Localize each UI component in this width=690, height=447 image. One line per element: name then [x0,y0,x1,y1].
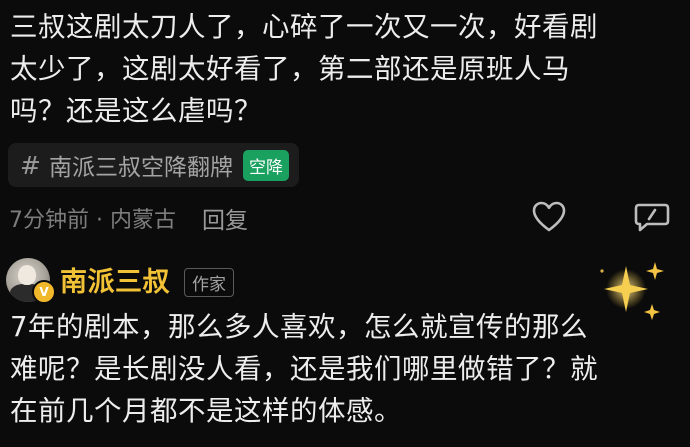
heart-icon[interactable] [530,199,568,235]
time-location: 7分钟前 · 内蒙古 [9,208,176,233]
dislike-icon[interactable] [632,199,672,237]
topic-badge: 空降 [242,149,289,181]
topic-text: 南派三叔空降翻牌 [48,155,233,181]
comment-line: 吗？还是这么虐吗？ [10,95,262,127]
reply-text: 7年的剧本，那么多人喜欢，怎么就宣传的那么 难呢？是长剧没人看，还是我们哪里做错… [10,306,680,432]
author-reply: V 南派三叔 作家 7年的剧本，那么多人喜欢，怎么就宣传的那么 难呢？是长剧没人… [0,248,690,447]
author-name[interactable]: 南派三叔 [60,260,170,299]
comment-text: 三叔这剧太刀人了，心碎了一次又一次，好看剧 太少了，这剧太好看了，第二部还是原班… [10,6,680,132]
comment-line: 太少了，这剧太好看了，第二部还是原班人马 [10,53,570,85]
topic-chip[interactable]: # 南派三叔空降翻牌 空降 [8,143,299,187]
comment-line: 三叔这剧太刀人了，心碎了一次又一次，好看剧 [10,11,598,43]
reply-button[interactable]: 回复 [202,201,248,235]
author-tag: 作家 [184,268,234,297]
reply-line: 7年的剧本，那么多人喜欢，怎么就宣传的那么 [10,311,588,343]
hashtag-icon: # [20,150,41,180]
reply-line: 难呢？是长剧没人看，还是我们哪里做错了？就 [10,353,598,385]
v-badge-icon: V [32,280,56,304]
reply-line: 在前几个月都不是这样的体感。 [10,395,402,427]
comment-meta: 7分钟前 · 内蒙古 回复 [9,200,248,236]
